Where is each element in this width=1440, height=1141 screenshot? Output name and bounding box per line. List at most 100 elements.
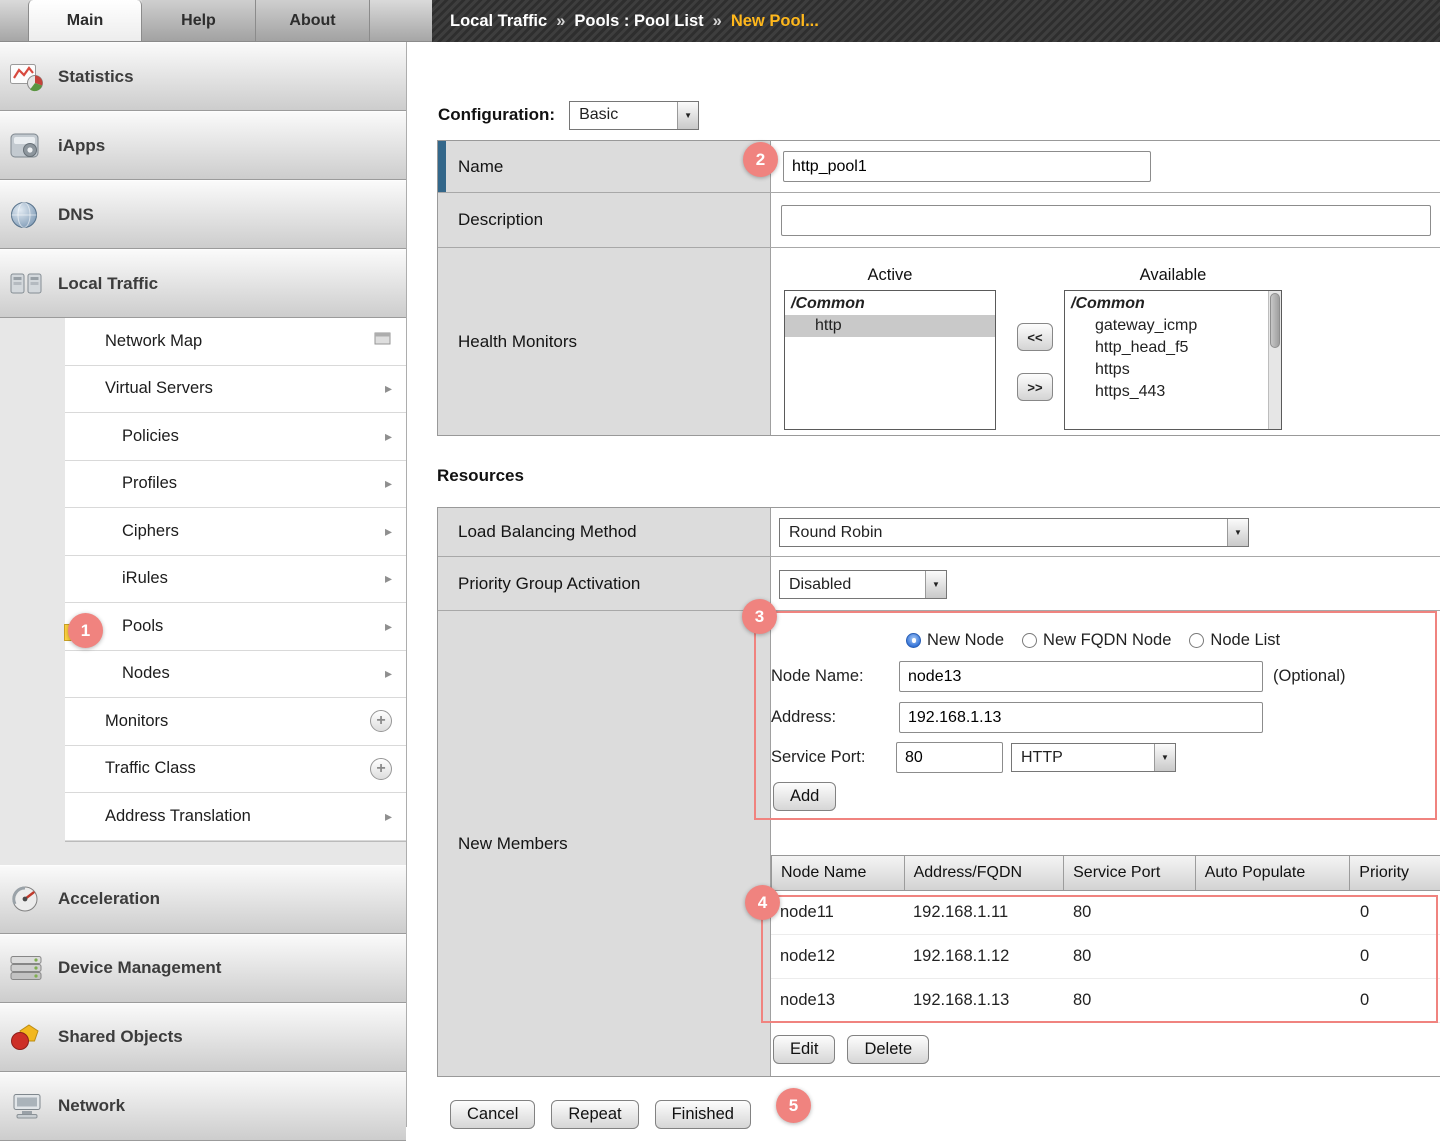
plus-circle-icon[interactable]: + <box>370 757 392 780</box>
breadcrumb-page[interactable]: Pools : Pool List <box>574 12 703 31</box>
name-label-cell: Name <box>438 141 771 192</box>
configuration-select-value: Basic <box>579 106 619 123</box>
sidebar-item-irules[interactable]: iRules ▸ <box>65 555 406 603</box>
sidebar-item-traffic-class[interactable]: Traffic Class + <box>65 745 406 793</box>
active-monitor-item[interactable]: http <box>785 315 995 337</box>
sidebar-item-nodes[interactable]: Nodes ▸ <box>65 650 406 698</box>
chevron-right-icon: ▸ <box>384 427 392 444</box>
edit-button[interactable]: Edit <box>773 1035 836 1064</box>
member-node-name: node12 <box>780 947 836 965</box>
description-row: Description <box>438 193 1440 248</box>
node-name-label: Node Name: <box>771 667 864 685</box>
description-input[interactable] <box>781 205 1431 236</box>
plus-circle-icon[interactable]: + <box>370 710 392 733</box>
repeat-button[interactable]: Repeat <box>551 1100 639 1129</box>
chevron-right-icon: ▸ <box>384 475 392 492</box>
sidebar-item-label: Local Traffic <box>58 273 159 293</box>
sidebar-item-policies[interactable]: Policies ▸ <box>65 413 406 461</box>
active-column-header: Active <box>867 266 913 284</box>
member-row[interactable]: node11 192.168.1.11 80 0 <box>771 891 1440 935</box>
finished-button[interactable]: Finished <box>654 1100 751 1129</box>
add-button[interactable]: Add <box>773 782 837 811</box>
sidebar-item-statistics[interactable]: Statistics <box>0 42 406 111</box>
dropdown-arrow-icon: ▼ <box>677 101 699 129</box>
breadcrumb: Local Traffic » Pools : Pool List » New … <box>432 0 1440 42</box>
chevron-right-icon: ▸ <box>384 380 392 397</box>
delete-button[interactable]: Delete <box>847 1035 930 1064</box>
address-field-row: Address: <box>771 702 1263 733</box>
move-to-active-button[interactable]: << <box>1017 323 1053 351</box>
move-to-available-button[interactable]: >> <box>1017 373 1053 401</box>
address-input[interactable] <box>899 702 1263 733</box>
radio-new-node[interactable]: New Node <box>906 631 1004 650</box>
sidebar-item-network[interactable]: Network <box>0 1071 406 1141</box>
address-label: Address: <box>771 708 837 726</box>
load-balancing-label: Load Balancing Method <box>458 522 637 541</box>
scrollbar-thumb[interactable] <box>1270 293 1280 348</box>
available-monitor-item[interactable]: gateway_icmp <box>1065 315 1268 337</box>
sidebar-item-profiles[interactable]: Profiles ▸ <box>65 460 406 508</box>
sidebar: Statistics iApps DNS Local Traffic Netwo… <box>0 42 407 1141</box>
radio-new-fqdn-node[interactable]: New FQDN Node <box>1022 631 1171 650</box>
sidebar-item-label: Monitors <box>105 711 169 730</box>
name-input[interactable] <box>783 151 1151 182</box>
radio-label: New FQDN Node <box>1043 631 1172 649</box>
load-balancing-select-value: Round Robin <box>789 523 883 541</box>
radio-selected-icon <box>906 633 921 648</box>
priority-group-label: Priority Group Activation <box>458 573 641 593</box>
node-name-field-row: Node Name: (Optional) <box>771 661 1345 692</box>
tab-about[interactable]: About <box>256 0 370 41</box>
new-members-table: Node Name Address/FQDN Service Port Auto… <box>771 855 1440 1023</box>
priority-group-select-value: Disabled <box>789 575 852 593</box>
available-monitor-item[interactable]: https_443 <box>1065 381 1268 403</box>
service-type-select-value: HTTP <box>1021 748 1063 766</box>
radio-node-list[interactable]: Node List <box>1189 631 1280 650</box>
member-auto-populate <box>1196 979 1351 1022</box>
sidebar-item-dns[interactable]: DNS <box>0 180 406 249</box>
available-monitor-item[interactable]: https <box>1065 359 1268 381</box>
breadcrumb-separator-icon: » <box>712 11 722 30</box>
node-name-input[interactable] <box>899 661 1263 692</box>
member-row[interactable]: node13 192.168.1.13 80 0 <box>771 979 1440 1023</box>
sidebar-item-acceleration[interactable]: Acceleration <box>0 864 406 934</box>
sidebar-item-iapps[interactable]: iApps <box>0 111 406 180</box>
priority-group-select[interactable]: Disabled ▼ <box>779 570 947 599</box>
sidebar-item-shared-objects[interactable]: Shared Objects <box>0 1002 406 1072</box>
sidebar-item-label: Shared Objects <box>58 1027 183 1046</box>
column-header-address: Address/FQDN <box>905 856 1065 890</box>
dropdown-arrow-icon: ▼ <box>925 571 946 598</box>
sidebar-item-local-traffic[interactable]: Local Traffic <box>0 249 406 318</box>
member-row[interactable]: node12 192.168.1.12 80 0 <box>771 935 1440 979</box>
member-port: 80 <box>1073 903 1092 921</box>
configuration-select[interactable]: Basic ▼ <box>569 100 700 130</box>
iapps-icon <box>9 131 45 161</box>
sidebar-item-device-management[interactable]: Device Management <box>0 933 406 1003</box>
service-type-select[interactable]: HTTP ▼ <box>1011 743 1176 772</box>
sidebar-item-network-map[interactable]: Network Map <box>65 318 406 366</box>
sidebar-item-address-translation[interactable]: Address Translation ▸ <box>65 793 406 841</box>
sidebar-item-monitors[interactable]: Monitors + <box>65 698 406 746</box>
statistics-icon <box>9 62 45 92</box>
available-monitors-listbox[interactable]: /Common gateway_icmp http_head_f5 https … <box>1064 290 1282 430</box>
member-actions: Edit Delete <box>773 1035 930 1064</box>
name-label: Name <box>458 156 504 176</box>
sidebar-item-pools[interactable]: Pools ▸ <box>65 603 406 651</box>
tab-help[interactable]: Help <box>142 0 256 41</box>
service-port-label: Service Port: <box>771 748 866 766</box>
available-monitor-item[interactable]: http_head_f5 <box>1065 337 1268 359</box>
cancel-button[interactable]: Cancel <box>450 1100 536 1129</box>
sidebar-item-ciphers[interactable]: Ciphers ▸ <box>65 508 406 556</box>
tab-main[interactable]: Main <box>28 0 142 41</box>
service-port-input[interactable] <box>896 742 1003 773</box>
radio-icon <box>1022 633 1038 648</box>
acceleration-gauge-icon <box>9 884 45 914</box>
active-row-accent <box>438 141 446 192</box>
scrollbar-track[interactable] <box>1268 291 1281 429</box>
active-monitors-listbox[interactable]: /Common http <box>784 290 996 430</box>
sidebar-item-virtual-servers[interactable]: Virtual Servers ▸ <box>65 365 406 413</box>
member-priority: 0 <box>1360 991 1370 1009</box>
breadcrumb-section[interactable]: Local Traffic <box>450 12 547 31</box>
sidebar-item-label: Nodes <box>122 664 170 683</box>
load-balancing-select[interactable]: Round Robin ▼ <box>779 518 1249 547</box>
new-members-row: New Members New Node New FQDN Node Node … <box>438 611 1440 1076</box>
